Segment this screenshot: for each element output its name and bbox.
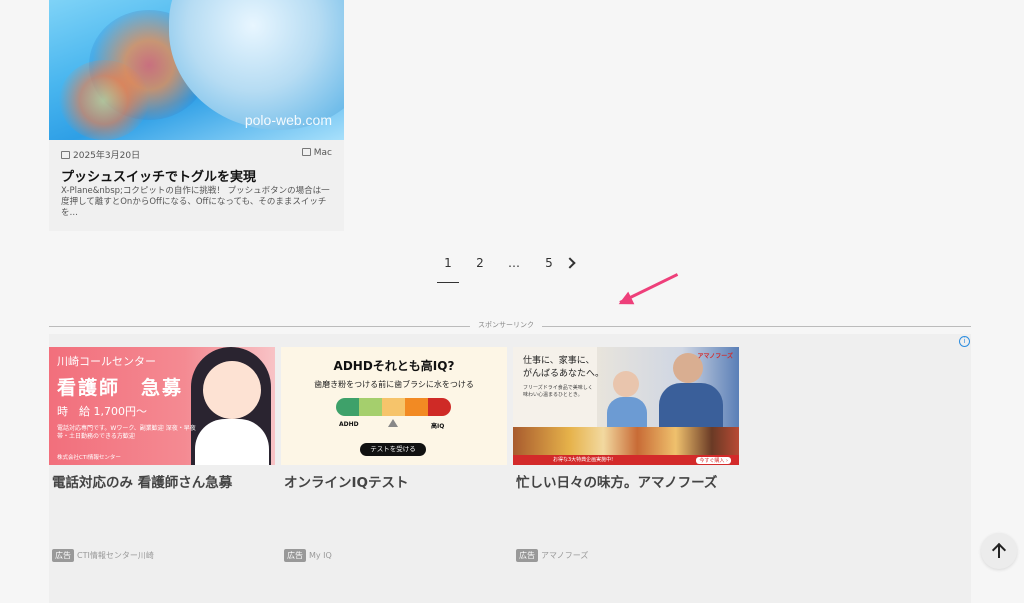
person-woman-body xyxy=(607,397,647,427)
ad-badge: 広告 xyxy=(284,549,306,562)
scale-label-right: 高IQ xyxy=(431,423,445,430)
page-link-5[interactable]: 5 xyxy=(539,256,559,270)
page-link-2[interactable]: 2 xyxy=(470,256,490,270)
ad-badge: 広告 xyxy=(516,549,538,562)
calendar-icon xyxy=(61,151,70,159)
thumbnail-face xyxy=(169,0,344,130)
person-woman xyxy=(613,371,639,397)
ad-card-amanofoods[interactable]: アマノフーズ 仕事に、家事に、 がんばるあなたへ。 フリーズドライ食品で美味しく… xyxy=(513,347,739,562)
adchoices-info-icon[interactable]: i xyxy=(959,336,970,347)
ad-card-iq[interactable]: ADHDそれとも高IQ? 歯磨き粉をつける前に歯ブラシに水をつける ADHD 高… xyxy=(281,347,507,562)
ad-footer: 広告 CTI情報センター川崎 xyxy=(52,549,154,562)
sponsor-label: スポンサーリンク xyxy=(470,320,542,330)
ad-advertiser[interactable]: My IQ xyxy=(309,551,332,560)
thumbnail-watermark: polo-web.com xyxy=(244,112,332,128)
ad-image-text: 川崎コールセンター xyxy=(57,355,156,368)
page-ellipsis: … xyxy=(508,256,520,270)
post-card[interactable]: polo-web.com 2025年3月20日 Mac プッシュスイッチでトグル… xyxy=(49,0,344,231)
ad-image-text: 電話対応専門です。Wワーク、副業歓迎 深夜・早夜帯・土日勤務のできる方歓迎 xyxy=(57,425,196,440)
ad-image-headline: ADHDそれとも高IQ? xyxy=(333,359,455,373)
iq-scale-segment xyxy=(405,398,428,416)
iq-scale-segment xyxy=(428,398,451,416)
scale-label-left: ADHD xyxy=(339,421,359,428)
ad-card-nurse[interactable]: 川崎コールセンター 看護師 急募 時 給 1,700円〜 電話対応専門です。Wワ… xyxy=(49,347,275,562)
nurse-face xyxy=(203,361,261,419)
ad-buy-button[interactable]: 今すぐ購入 › xyxy=(696,456,731,464)
ad-advertiser[interactable]: アマノフーズ xyxy=(541,551,588,560)
page-link-1[interactable]: 1 xyxy=(437,256,459,283)
next-page-chevron-icon[interactable] xyxy=(564,257,576,269)
ad-promo-text: お得な3大特典企画実施中! xyxy=(553,457,614,463)
ad-image-headline: がんばるあなたへ。 xyxy=(523,369,605,379)
ad-image-company: 株式会社CTI情報センター xyxy=(57,455,121,461)
ad-image-text: 時 給 1,700円〜 xyxy=(57,405,147,418)
ad-badge: 広告 xyxy=(52,549,74,562)
iq-scale-segment xyxy=(359,398,382,416)
iq-scale-segment xyxy=(382,398,405,416)
nurse-uniform xyxy=(195,419,269,465)
ad-image[interactable]: ADHDそれとも高IQ? 歯磨き粉をつける前に歯ブラシに水をつける ADHD 高… xyxy=(281,347,507,465)
post-thumbnail[interactable]: polo-web.com xyxy=(49,0,344,140)
thumbnail-splash xyxy=(59,60,149,140)
ad-image-text: 歯磨き粉をつける前に歯ブラシに水をつける xyxy=(314,380,474,389)
post-meta: 2025年3月20日 Mac xyxy=(61,148,332,162)
ad-footer: 広告 アマノフーズ xyxy=(516,549,588,562)
ad-image-button[interactable]: テストを受ける xyxy=(360,443,426,456)
ad-footer: 広告 My IQ xyxy=(284,549,332,562)
post-category[interactable]: Mac xyxy=(301,148,332,158)
iq-scale-segment xyxy=(336,398,359,416)
ad-image-text: フリーズドライ食品で美味しく味わい心温まるひととき。 xyxy=(523,385,593,398)
arrow-up-icon-head xyxy=(991,542,1007,558)
post-date: 2025年3月20日 xyxy=(61,148,140,161)
post-category-text[interactable]: Mac xyxy=(314,148,332,158)
ad-title[interactable]: 電話対応のみ 看護師さん急募 xyxy=(52,471,278,491)
iq-scale-bar xyxy=(336,398,451,416)
ad-image-headline: 看護師 急募 xyxy=(57,377,184,399)
ad-image[interactable]: 川崎コールセンター 看護師 急募 時 給 1,700円〜 電話対応専門です。Wワ… xyxy=(49,347,275,465)
ad-title[interactable]: オンラインIQテスト xyxy=(284,471,510,491)
ad-title[interactable]: 忙しい日々の味方。アマノフーズ xyxy=(516,471,742,491)
scale-pointer-icon xyxy=(388,419,398,427)
folder-icon xyxy=(301,148,311,156)
ad-image[interactable]: アマノフーズ 仕事に、家事に、 がんばるあなたへ。 フリーズドライ食品で美味しく… xyxy=(513,347,739,465)
brand-logo: アマノフーズ xyxy=(697,353,733,360)
post-date-text: 2025年3月20日 xyxy=(73,151,141,161)
back-to-top-button[interactable] xyxy=(981,533,1017,569)
post-excerpt: X-Plane&nbsp;コクピットの自作に挑戦！ プッシュボタンの場合は一度押… xyxy=(61,186,330,218)
ad-image-headline: 仕事に、家事に、 xyxy=(523,356,595,366)
ad-advertiser[interactable]: CTI情報センター川崎 xyxy=(77,551,154,560)
post-title[interactable]: プッシュスイッチでトグルを実現 xyxy=(61,166,332,185)
ad-photo-food xyxy=(513,427,739,455)
pagination: 1 2 … 5 xyxy=(430,256,590,286)
person-man-body xyxy=(659,383,723,427)
